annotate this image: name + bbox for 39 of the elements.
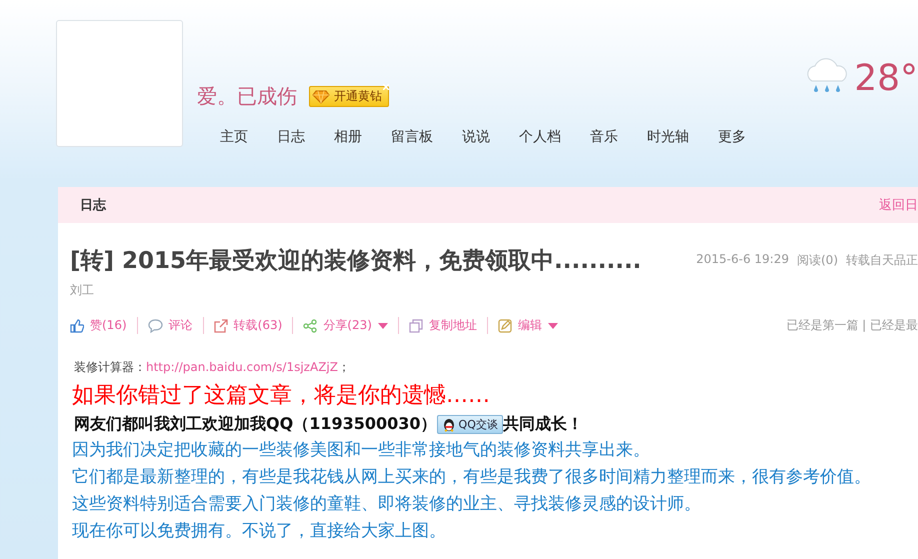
share-nodes-icon [303,318,318,332]
nav-link[interactable]: 留言板 [391,128,462,146]
edit-icon [498,318,512,332]
temperature: 28° [854,57,918,101]
nav-link[interactable]: 说说 [462,128,519,146]
qq-chat-button[interactable]: QQ交谈 [436,415,503,434]
nav-link[interactable]: 时光轴 [647,128,718,146]
post-date: 2015-6-6 19:29 [696,252,789,268]
body-paragraph: 它们都是最新整理的，有些是我花钱从网上买来的，有些是我费了很多时间精力整理而来，很有参考价值。 [72,466,872,489]
body-paragraph: 现在你可以免费拥有。不说了，直接给大家上图。 [72,520,447,543]
share-arrow-icon [214,318,228,332]
diamond-icon [312,90,330,104]
thumbs-up-icon [70,318,84,332]
headline-text: 如果你错过了这篇文章，将是你的遗憾…… [72,382,491,410]
nav-link[interactable]: 更多 [718,128,775,146]
body-paragraph: 这些资料特别适合需要入门装修的童鞋、即将装修的业主、寻找装修灵感的设计师。 [72,493,702,516]
penguin-icon [442,417,456,432]
close-icon[interactable] [383,84,389,90]
read-count: 阅读(0) [797,252,838,269]
nav-link[interactable]: 相册 [334,128,391,146]
post-title: [转] 2015年最受欢迎的装修资料，免费领取中.......... [70,247,642,276]
nav-link[interactable]: 个人档 [519,128,590,146]
calculator-line: 装修计算器：http://pan.baidu.com/s/1sjzAZjZ； [73,359,351,376]
copy-icon [408,318,423,332]
caret-icon[interactable] [378,322,388,328]
speech-bubble-icon [148,318,163,332]
nav-link[interactable]: 主页 [220,128,277,146]
nav-link[interactable]: 音乐 [590,128,647,146]
contact-text: 共同成长！ [502,414,583,435]
repost-source: 转载自天品正 [846,252,918,269]
contact-text: 网友们都叫我刘工欢迎加我QQ（1193500030） [74,414,437,435]
caret-icon[interactable] [548,322,558,328]
pager-text: 已经是第一篇 | 已经是最 [786,317,918,334]
post-author: 刘工 [69,282,95,299]
panel-title: 日志 [80,196,106,214]
nav-link[interactable]: 日志 [277,128,334,146]
user-name: 爱。已成伤 [197,83,297,110]
vip-button[interactable]: 开通黄钻 [309,86,389,107]
body-paragraph: 因为我们决定把收藏的一些装修美图和一些非常接地气的装修资料共享出来。 [72,439,651,462]
